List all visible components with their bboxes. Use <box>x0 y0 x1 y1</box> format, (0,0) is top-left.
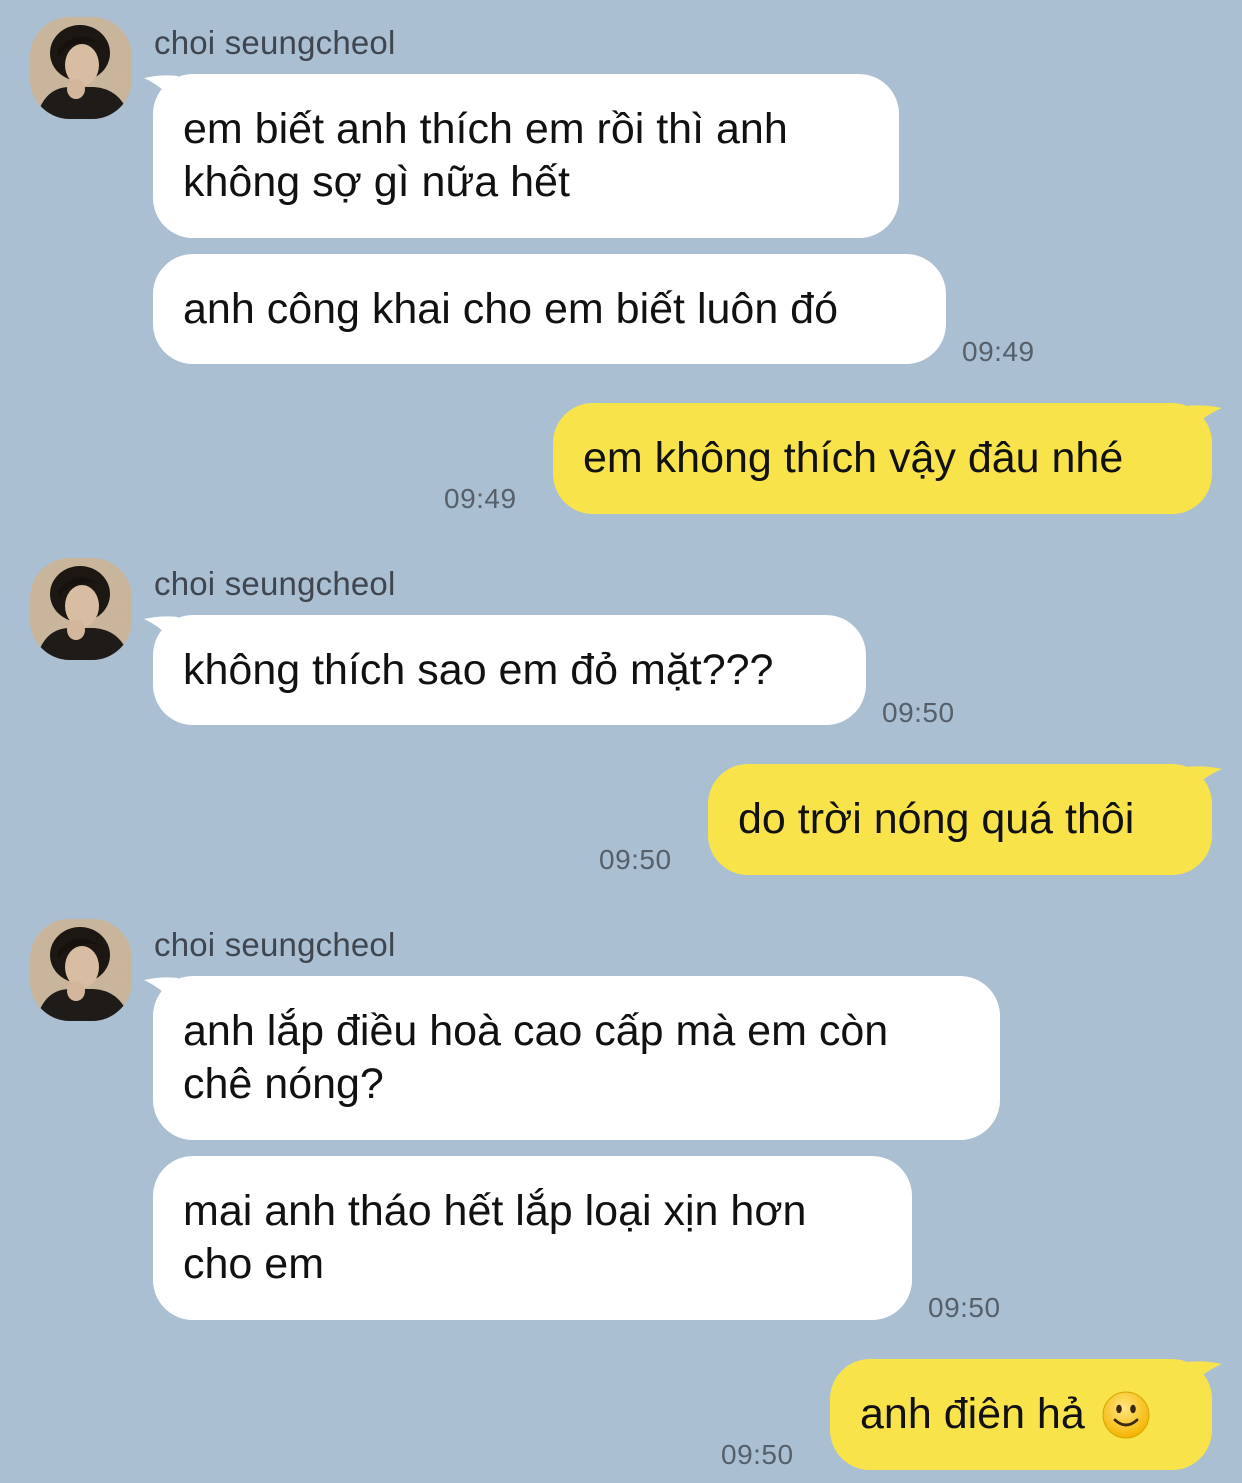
profile-photo-icon <box>30 558 132 660</box>
incoming-message[interactable]: anh lắp điều hoà cao cấp mà em còn chê n… <box>153 976 1000 1140</box>
message-text: em biết anh thích em rồi thì anh không s… <box>183 105 788 206</box>
message-text: không thích sao em đỏ mặt??? <box>183 645 774 694</box>
incoming-message[interactable]: em biết anh thích em rồi thì anh không s… <box>153 74 899 238</box>
message-text: em không thích vậy đâu nhé <box>583 434 1124 482</box>
profile-photo-icon <box>30 919 132 1021</box>
sender-name: choi seungcheol <box>154 565 396 602</box>
outgoing-bubble-tail <box>1186 1361 1222 1394</box>
outgoing-message[interactable]: em không thích vậy đâu nhé <box>553 403 1212 514</box>
contact-avatar[interactable] <box>30 558 132 660</box>
message-timestamp: 09:50 <box>882 697 955 728</box>
slightly-smiling-face-icon <box>1102 1391 1150 1438</box>
outgoing-bubble-tail <box>1186 405 1222 438</box>
message-timestamp: 09:49 <box>444 483 517 514</box>
profile-photo-icon <box>30 17 132 119</box>
outgoing-message[interactable]: anh điên hả <box>830 1359 1212 1470</box>
message-timestamp: 09:50 <box>721 1439 794 1470</box>
message-text: anh công khai cho em biết luôn đó <box>183 284 839 333</box>
sender-name: choi seungcheol <box>154 926 396 963</box>
message-text: mai anh tháo hết lắp loại xịn hơn cho em <box>183 1187 807 1288</box>
message-timestamp: 09:50 <box>928 1292 1001 1323</box>
incoming-message[interactable]: không thích sao em đỏ mặt??? <box>153 615 866 725</box>
message-text: do trời nóng quá thôi <box>738 795 1135 843</box>
outgoing-message[interactable]: do trời nóng quá thôi <box>708 764 1212 875</box>
incoming-message[interactable]: anh công khai cho em biết luôn đó <box>153 254 946 364</box>
sender-name: choi seungcheol <box>154 24 396 61</box>
chat-area[interactable]: choi seungcheol em biết anh thích em rồi… <box>0 0 1242 1483</box>
message-timestamp: 09:49 <box>962 336 1035 367</box>
message-text: anh lắp điều hoà cao cấp mà em còn chê n… <box>183 1007 889 1108</box>
contact-avatar[interactable] <box>30 919 132 1021</box>
outgoing-bubble-tail <box>1186 766 1222 799</box>
contact-avatar[interactable] <box>30 17 132 119</box>
message-text: anh điên hả <box>860 1390 1085 1438</box>
message-timestamp: 09:50 <box>599 844 672 875</box>
incoming-message[interactable]: mai anh tháo hết lắp loại xịn hơn cho em <box>153 1156 912 1320</box>
